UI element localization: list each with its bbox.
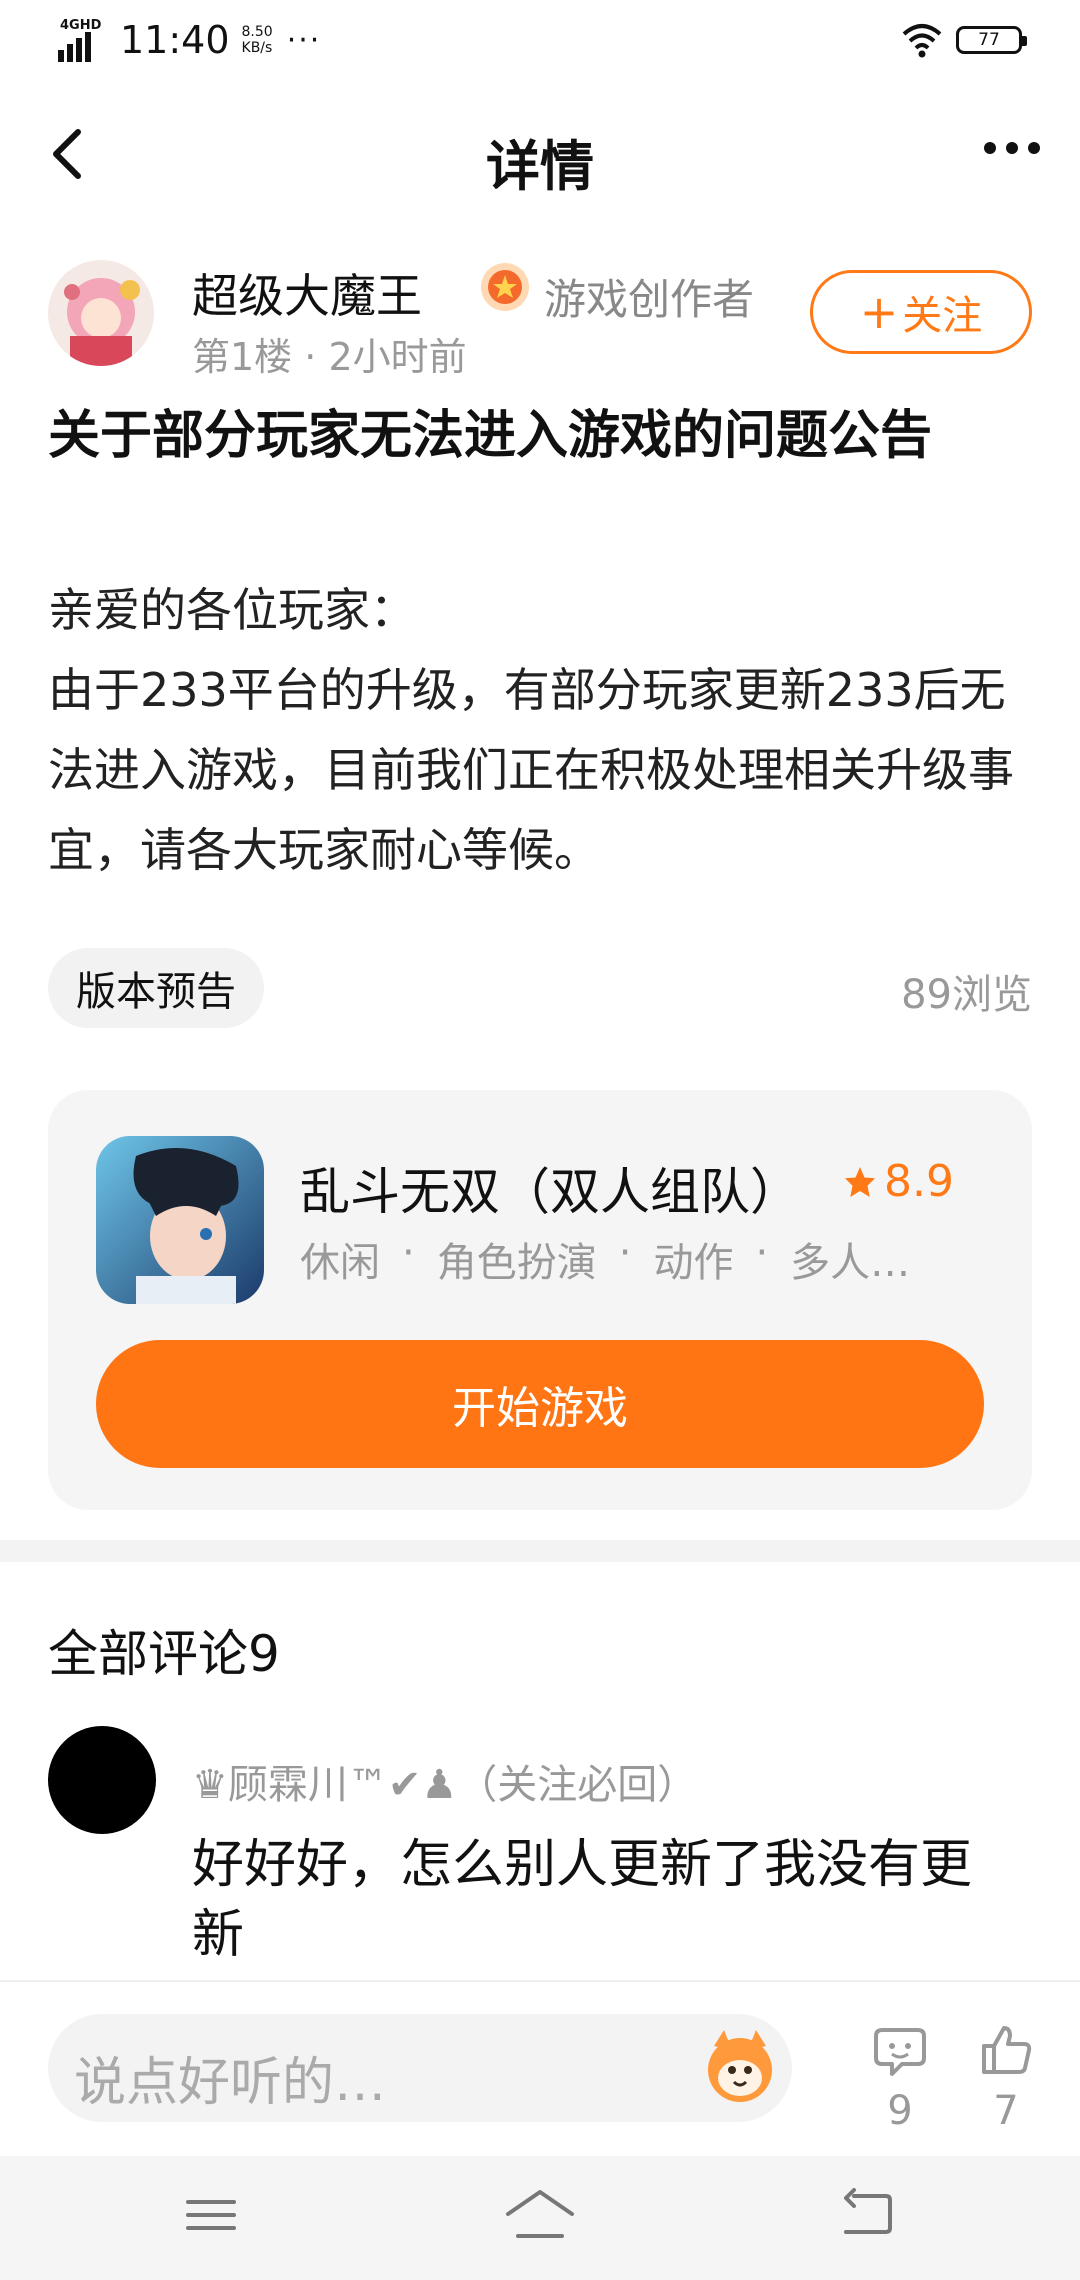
menu-icon[interactable] [184,2188,238,2242]
post-body: 亲爱的各位玩家： 由于233平台的升级，有部分玩家更新233后无法进入游戏，目前… [48,570,1038,890]
like-count: 7 [993,2088,1019,2134]
plus-icon: + [859,285,899,339]
speed-value: 8.50 [241,24,273,40]
like-action[interactable]: 7 [966,2022,1046,2134]
follow-button[interactable]: + 关注 [810,270,1032,354]
post-meta: 第1楼 · 2小时前 [192,326,467,381]
post-time: 2小时前 [328,335,467,379]
game-icon[interactable] [96,1136,264,1304]
author-name[interactable]: 超级大魔王 [192,260,422,326]
game-tag: 角色扮演 [436,1240,597,1286]
author-row: 超级大魔王 游戏创作者 第1楼 · 2小时前 + 关注 [0,260,1080,390]
post-content: 由于233平台的升级，有部分玩家更新233后无法进入游戏，目前我们正在积极处理相… [48,663,1014,877]
battery-icon: 77 [956,26,1027,54]
thumbs-up-icon [982,2026,1032,2074]
rating-value: 8.9 [884,1156,954,1207]
commenter-avatar[interactable] [48,1726,156,1834]
network-type: 4GHD [60,18,102,33]
nav-bar: 详情 [0,100,1080,210]
start-game-button[interactable]: 开始游戏 [96,1340,984,1468]
page-title: 详情 [486,135,594,198]
tag-separator: · [755,1230,769,1276]
creator-badge-label: 游戏创作者 [544,275,755,324]
game-tag: 休闲 [300,1240,380,1286]
speed-unit: KB/s [241,40,273,56]
comment-action[interactable]: 9 [860,2022,940,2134]
game-card[interactable]: 乱斗无双（双人组队） 8.9 休闲 · 角色扮演 · 动作 · 多人… 开始游戏 [48,1090,1032,1510]
game-tag: 动作 [653,1240,734,1286]
floor-label: 第1楼 [192,335,293,379]
comment-icon [874,2028,926,2076]
meta-separator: · [304,335,317,379]
status-time: 11:40 [120,18,230,62]
input-placeholder: 说点好听的… [74,2053,387,2113]
emoji-mascot-icon[interactable] [698,2024,782,2108]
tag-separator: · [618,1230,632,1276]
topic-tag[interactable]: 版本预告 [48,948,264,1028]
battery-level: 77 [978,30,1000,50]
follow-label: 关注 [902,293,983,339]
post-title: 关于部分玩家无法进入游戏的问题公告 [48,406,933,466]
back-icon[interactable] [840,2188,896,2242]
view-count: 89浏览 [901,972,1032,1018]
tag-separator: · [402,1230,415,1276]
comment-input[interactable]: 说点好听的… [48,2014,792,2122]
home-icon[interactable] [504,2188,576,2242]
game-tags: 休闲 · 角色扮演 · 动作 · 多人… [300,1230,910,1288]
creator-badge-icon [481,263,529,311]
game-rating: 8.9 [842,1156,954,1207]
comment-input-bar: 说点好听的… 9 7 [0,1980,1080,2152]
signal-icon: 4GHD [58,18,106,62]
wifi-icon [902,24,942,58]
author-avatar[interactable] [48,260,154,366]
status-bar: 4GHD 11:40 8.50 KB/s ··· 77 [0,0,1080,90]
comment-text: 好好好，怎么别人更新了我没有更新 [192,1835,973,1965]
system-nav-bar [0,2156,1080,2280]
comments-title: 全部评论9 [48,1625,280,1683]
section-divider [0,1540,1080,1562]
more-dots-icon[interactable] [984,142,1040,154]
network-speed: 8.50 KB/s [242,24,273,56]
star-icon [845,1166,875,1197]
commenter-name[interactable]: ♛顾霖川™✔♟（关注必回） [192,1752,697,1810]
game-tag: 多人… [790,1240,911,1286]
game-name[interactable]: 乱斗无双（双人组队） [300,1152,800,1224]
comment-count: 9 [887,2088,913,2134]
post-greeting: 亲爱的各位玩家： [48,583,416,637]
status-more: ··· [286,22,322,58]
